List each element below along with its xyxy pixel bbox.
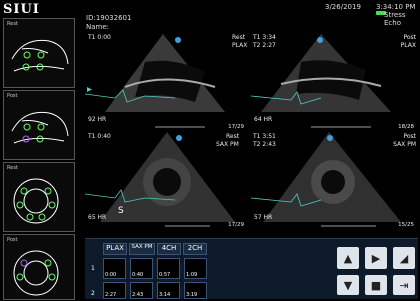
siui-logo: SIUI <box>3 2 40 17</box>
thumbnail[interactable]: 1:09 <box>184 258 207 279</box>
chevron-up-icon: ▲ <box>343 251 353 265</box>
thumbnail[interactable]: 0:57 <box>157 258 180 279</box>
thumbnail[interactable]: 2:27 <box>103 282 126 299</box>
sidebar-panel-sax-post[interactable]: Post <box>3 234 75 300</box>
phase-label: Post <box>403 133 416 140</box>
thumbnail[interactable]: 3:14 <box>157 282 180 299</box>
view-label-q0: PLAX <box>232 42 248 49</box>
heart-rate: 57 HR <box>254 214 273 221</box>
thumb-time: 2:43 <box>132 292 144 298</box>
sidebar-panel-plax-rest[interactable]: Rest <box>3 18 75 88</box>
heart-rate: 65 HR <box>88 214 107 221</box>
view-label-q2: SAX PM <box>216 141 239 148</box>
image-quadrant-rest-plax[interactable]: T1 0:00 92 HR 17/29 <box>85 32 248 130</box>
phase-label-q2: Rest <box>226 133 240 140</box>
thumb-time: 3:19 <box>186 292 198 298</box>
plax-diagram-icon <box>11 39 69 72</box>
patient-name-label: Name: <box>86 23 110 31</box>
down-button[interactable]: ▼ <box>337 275 359 295</box>
t1-time: T1 3:34 <box>253 34 276 41</box>
scan-marker: S <box>118 206 124 216</box>
t2-time: T2 2:43 <box>253 141 276 148</box>
panel-label: Post <box>7 93 18 99</box>
thumb-time: 3:14 <box>159 292 171 298</box>
thumb-time: 1:09 <box>186 272 198 278</box>
frame-counter: 18/28 <box>398 124 414 130</box>
row-number: 2 <box>91 290 95 297</box>
plax-diagram-icon <box>11 111 69 144</box>
sidebar-panel-sax-rest[interactable]: Rest <box>3 162 75 232</box>
view-label: SAX PM <box>393 141 416 148</box>
tab-2ch[interactable]: 2CH <box>183 243 207 255</box>
t2-time: T2 2:27 <box>253 42 276 49</box>
exit-button[interactable]: ⇥ <box>393 275 415 295</box>
chevron-down-icon: ▼ <box>343 278 353 292</box>
panel-label: Rest <box>7 165 18 171</box>
sidebar-panel-plax-post[interactable]: Post <box>3 90 75 160</box>
date-text: 3/26/2019 <box>325 3 361 11</box>
sax-diagram-icon <box>13 250 59 296</box>
up-button[interactable]: ▲ <box>337 247 359 269</box>
sax-diagram-icon <box>13 178 59 224</box>
thumbnail[interactable]: 3:19 <box>184 282 207 299</box>
frame-counter: 15/25 <box>398 222 414 228</box>
heart-rate: 92 HR <box>88 116 107 123</box>
tab-sax-pm[interactable]: SAX PM <box>129 243 155 255</box>
thumb-time: 0:00 <box>105 272 117 278</box>
view-label: PLAX <box>400 42 416 49</box>
thumb-time: 0:57 <box>159 272 171 278</box>
probe-button[interactable]: ◢ <box>393 247 415 269</box>
heart-rate: 64 HR <box>254 116 273 123</box>
thumbnail[interactable]: 0:40 <box>130 258 153 279</box>
patient-id: ID:19032601 <box>86 14 132 22</box>
tab-plax[interactable]: PLAX <box>103 243 127 255</box>
thumbnail[interactable]: 0:00 <box>103 258 126 279</box>
frame-counter: 17/29 <box>228 124 244 130</box>
study-type: Stress Echo <box>384 11 406 27</box>
phase-label: Post <box>403 34 416 41</box>
thumbnail[interactable]: 2:43 <box>130 282 153 299</box>
t1-time: T1 0:40 <box>88 133 111 140</box>
row-number: 1 <box>91 265 95 272</box>
tab-4ch[interactable]: 4CH <box>157 243 181 255</box>
panel-label: Rest <box>7 21 18 27</box>
thumb-time: 0:40 <box>132 272 144 278</box>
view-selector-panel: PLAX SAX PM 4CH 2CH 1 0:00 0:40 0:57 1:0… <box>85 238 418 299</box>
echo-image <box>251 34 391 128</box>
thumb-time: 2:27 <box>105 292 117 298</box>
stop-button[interactable]: ■ <box>365 275 387 295</box>
t1-time: T1 0:00 <box>88 34 111 41</box>
panel-label: Post <box>7 237 18 243</box>
play-icon: ▶ <box>371 251 381 265</box>
stop-icon: ■ <box>370 278 382 292</box>
exit-icon: ⇥ <box>399 278 409 292</box>
t1-time: T1 3:51 <box>253 133 276 140</box>
play-button[interactable]: ▶ <box>365 247 387 269</box>
echo-image <box>85 34 225 128</box>
image-quadrant-post-sax[interactable]: T1 3:51 T2 2:43 Post SAX PM 57 HR 15/25 <box>251 132 418 230</box>
phase-label-q0: Rest <box>232 34 246 41</box>
frame-counter: 17/29 <box>228 222 244 228</box>
image-quadrant-post-plax[interactable]: T1 3:34 T2 2:27 Post PLAX 64 HR 18/28 <box>251 32 418 130</box>
probe-icon: ◢ <box>399 251 409 265</box>
time-text: 3:34:10 PM <box>376 3 416 11</box>
